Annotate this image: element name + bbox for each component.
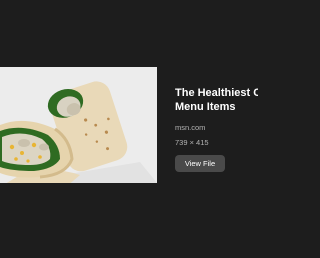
- image-details: The Healthiest Chicken Menu Items msn.co…: [175, 86, 258, 172]
- image-dimensions: 739 × 415: [175, 138, 209, 147]
- image-source[interactable]: msn.com: [175, 123, 258, 132]
- image-viewer: The Healthiest Chicken Menu Items msn.co…: [0, 0, 258, 258]
- image-title-line-2: Menu Items: [175, 101, 236, 113]
- image-preview[interactable]: [0, 67, 157, 183]
- image-title-line-1: The Healthiest Chicken: [175, 87, 258, 99]
- view-file-button[interactable]: View File: [175, 155, 225, 172]
- wrap-sandwich-photo: [0, 67, 157, 183]
- image-title[interactable]: The Healthiest Chicken Menu Items: [175, 86, 258, 114]
